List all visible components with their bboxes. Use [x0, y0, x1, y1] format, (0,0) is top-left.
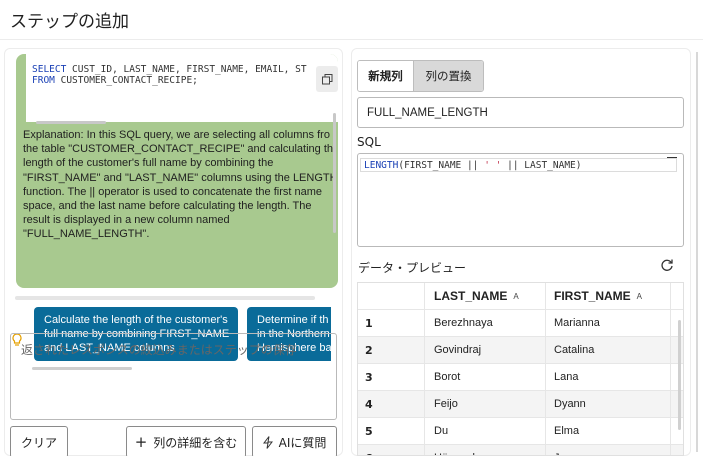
tab-new-column[interactable]: 新規列	[358, 61, 415, 91]
refresh-icon[interactable]	[660, 258, 674, 276]
copy-button[interactable]	[316, 66, 338, 92]
table-row: 6 Hümmel Jeane	[358, 445, 683, 455]
column-header-first-name[interactable]: FIRST_NAME A	[546, 283, 671, 310]
copy-icon	[321, 73, 332, 84]
include-column-details-button[interactable]: + 列の詳細を含む	[126, 426, 246, 456]
panel-scrollbar[interactable]	[694, 48, 700, 456]
row-number-header	[358, 283, 425, 310]
column-header-last-name[interactable]: LAST_NAME A	[425, 283, 546, 310]
data-preview-table: LAST_NAME A FIRST_NAME A 1 Berezhnaya Mari…	[357, 282, 684, 456]
plus-icon: +	[134, 433, 148, 451]
table-row: 4 Feijo Dyann	[358, 391, 683, 418]
ask-ai-button[interactable]: AIに質問	[252, 426, 337, 456]
page-title: ステップの追加	[10, 12, 129, 32]
column-mode-tabs: 新規列 列の置換	[357, 60, 484, 92]
sort-icon[interactable]: A	[637, 292, 642, 301]
clear-button[interactable]: クリア	[10, 426, 68, 456]
table-row: 2 Govindraj Catalina	[358, 337, 683, 364]
sql-editor[interactable]: LENGTH(FIRST_NAME || ' ' || LAST_NAME)	[357, 153, 684, 247]
header-divider	[0, 39, 703, 40]
lightning-icon	[262, 435, 273, 449]
chat-horizontal-scrollbar[interactable]	[15, 296, 315, 300]
table-scrollbar[interactable]	[676, 312, 683, 456]
sql-expression: LENGTH(FIRST_NAME || ' ' || LAST_NAME)	[364, 160, 582, 171]
sql-code-text: SELECT CUST_ID, LAST_NAME, FIRST_NAME, E…	[32, 64, 307, 86]
data-preview-label: データ・プレビュー	[358, 261, 467, 275]
table-header-row: LAST_NAME A FIRST_NAME A	[358, 283, 683, 310]
tab-replace-column[interactable]: 列の置換	[414, 61, 483, 91]
ai-response-bubble: SELECT CUST_ID, LAST_NAME, FIRST_NAME, E…	[16, 54, 338, 288]
sql-label: SQL	[357, 135, 381, 149]
chat-scrollbar[interactable]	[332, 107, 337, 282]
column-name-input[interactable]: FULL_NAME_LENGTH	[357, 97, 684, 128]
table-row: 3 Borot Lana	[358, 364, 683, 391]
table-row: 5 Du Elma	[358, 418, 683, 445]
sort-icon[interactable]: A	[513, 292, 518, 301]
explanation-text: Explanation: In this SQL query, we are s…	[23, 129, 333, 241]
code-scrollbar[interactable]	[26, 120, 338, 125]
sql-code-block: SELECT CUST_ID, LAST_NAME, FIRST_NAME, E…	[26, 54, 338, 122]
table-row: 1 Berezhnaya Marianna	[358, 310, 683, 337]
prompt-input[interactable]: 返されたレスポンスの絞込みまたはステップの保存	[10, 333, 337, 420]
editor-collapse-icon[interactable]	[667, 157, 677, 158]
